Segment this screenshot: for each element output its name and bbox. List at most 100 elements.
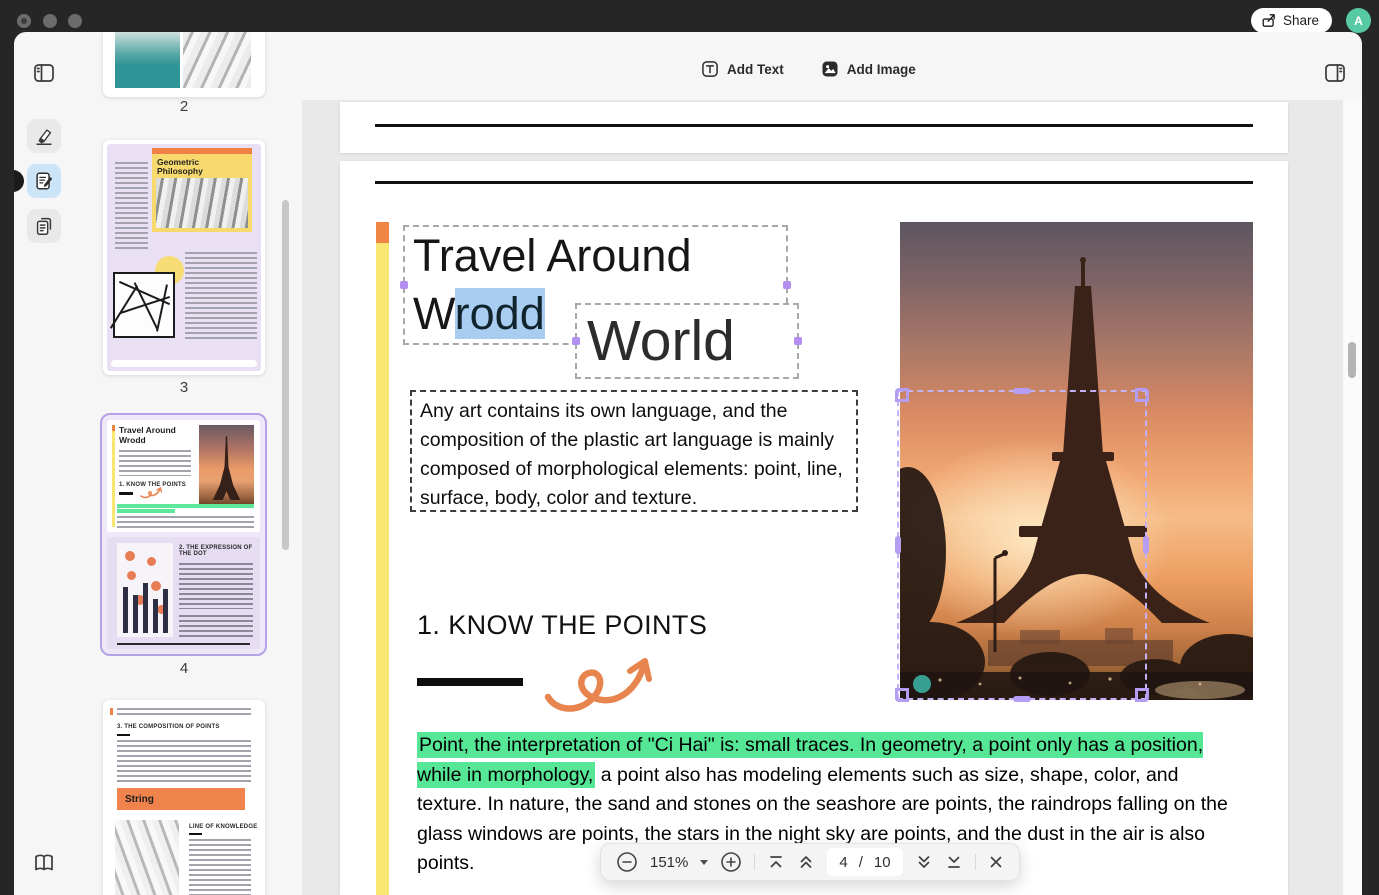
window-zoom-button[interactable] <box>68 14 82 28</box>
separator <box>975 854 976 870</box>
thumb5-grayscale-image <box>115 820 179 895</box>
add-text-button[interactable]: Add Text <box>700 59 784 79</box>
textbox-handle-left[interactable] <box>400 281 408 289</box>
add-image-icon <box>820 59 840 79</box>
accent-bar-orange <box>376 222 389 243</box>
intro-paragraph-box[interactable]: Any art contains its own language, and t… <box>410 390 858 512</box>
selection-handle-bottom-right[interactable] <box>1135 688 1149 702</box>
pages-icon <box>33 215 55 237</box>
text-skeleton <box>179 615 253 639</box>
thumb4-top-page: Travel Around Wrodd 1. KNOW THE POINTS <box>107 420 260 532</box>
thumb3-heading: Geometric Philosophy <box>157 158 247 176</box>
text-skeleton <box>115 162 148 252</box>
selection-handle-bottom-left[interactable] <box>895 688 909 702</box>
highlighter-tool-button[interactable] <box>27 119 61 153</box>
thumbnail-page-2[interactable] <box>103 32 265 97</box>
edge-notch <box>14 170 24 192</box>
total-pages: 10 <box>874 854 891 871</box>
thumb3-yellow-box: Geometric Philosophy <box>152 154 252 232</box>
screen: Share A <box>0 0 1379 895</box>
reading-mode-icon[interactable] <box>32 851 56 875</box>
thumb4-squiggle <box>139 486 165 499</box>
pages-tool-button[interactable] <box>27 209 61 243</box>
selection-handle-top-right[interactable] <box>1135 388 1149 402</box>
thumbnail-page-3-label: 3 <box>103 379 265 396</box>
selection-handle-bottom[interactable] <box>1013 696 1031 702</box>
doc-title-line1: Travel Around <box>405 227 786 285</box>
pdf-page: Travel Around Wrodd World Any art contai… <box>340 161 1288 895</box>
page-top-rule <box>375 181 1253 184</box>
thumb4-yellow-bar <box>112 431 115 527</box>
share-icon <box>1260 12 1277 29</box>
zoom-dropdown-caret[interactable] <box>700 860 708 865</box>
previous-page-rule <box>375 124 1253 127</box>
selection-handle-top[interactable] <box>1013 388 1031 394</box>
close-navigator-button[interactable] <box>988 854 1004 870</box>
image-selection-box[interactable] <box>897 390 1147 700</box>
note-edit-icon <box>33 170 55 192</box>
thumb4-dots-graphic <box>117 543 173 637</box>
orange-squiggle-arrow <box>540 635 680 719</box>
zoom-in-button[interactable] <box>720 851 742 873</box>
previous-page-bottom <box>340 102 1288 153</box>
selection-handle-top-left[interactable] <box>895 388 909 402</box>
accent-bar-yellow <box>376 243 389 895</box>
thumbnail-page-3[interactable]: Geometric Philosophy <box>103 140 265 375</box>
world-textbox[interactable]: World <box>575 303 799 379</box>
thumb4-section2-heading: 2. THE EXPRESSION OF THE DOT <box>179 545 253 557</box>
zoom-level-value[interactable]: 151% <box>650 854 688 871</box>
thumbnail-panel-scrollbar[interactable] <box>282 200 289 550</box>
right-sidebar-toggle-icon[interactable] <box>1323 61 1347 85</box>
page-navigator-toolbar: 151% <box>600 843 1020 881</box>
add-image-button[interactable]: Add Image <box>820 59 916 79</box>
thumb5-dash <box>117 734 130 736</box>
thumb3-footer-pill <box>111 360 257 367</box>
textbox-handle-right[interactable] <box>783 281 791 289</box>
next-page-button[interactable] <box>915 853 933 871</box>
text-skeleton <box>119 450 191 476</box>
page-number-input[interactable]: 4 / 10 <box>827 848 902 876</box>
thumb5-subheading: LINE OF KNOWLEDGE <box>189 824 257 830</box>
thumb2-grayscale-image <box>183 32 251 88</box>
selected-text: rodd <box>455 288 545 339</box>
last-page-button[interactable] <box>945 853 963 871</box>
thumb4-eiffel-image <box>199 425 254 505</box>
thumb4-bottom-page: 2. THE EXPRESSION OF THE DOT <box>107 537 260 649</box>
thumb3-page: Geometric Philosophy <box>107 144 261 371</box>
user-avatar[interactable]: A <box>1346 8 1371 33</box>
thumb4-highlight-lines <box>117 504 254 514</box>
app-window: 2 Geometric Philosophy <box>14 32 1362 895</box>
thumb5-heading: 3. THE COMPOSITION OF POINTS <box>117 724 220 730</box>
thumb3-line-art <box>113 272 175 338</box>
left-sidebar-toggle-icon[interactable] <box>32 61 56 85</box>
separator <box>754 854 755 870</box>
text-skeleton <box>117 708 251 717</box>
heading-underline <box>417 678 523 686</box>
thumb5-string-box: String <box>117 788 245 810</box>
thumb5-orange-tick <box>110 708 113 715</box>
annotate-tool-button[interactable] <box>27 164 61 198</box>
zoom-out-button[interactable] <box>616 851 638 873</box>
thumb3-wave-image <box>156 178 248 228</box>
canvas-scrollbar-thumb[interactable] <box>1348 342 1356 378</box>
first-page-button[interactable] <box>767 853 785 871</box>
thumbnail-page-4-label: 4 <box>103 660 265 677</box>
previous-page-button[interactable] <box>797 853 815 871</box>
page-separator: / <box>859 854 863 871</box>
thumbnail-page-2-label: 2 <box>103 98 265 115</box>
text-skeleton <box>179 563 253 609</box>
text-skeleton <box>117 516 254 528</box>
thumb4-heading: Travel Around Wrodd <box>119 426 181 445</box>
share-label: Share <box>1283 13 1319 28</box>
share-button[interactable]: Share <box>1251 8 1332 33</box>
thumb4-bottom-rule <box>117 643 250 645</box>
selection-handle-left[interactable] <box>895 536 901 554</box>
intro-paragraph: Any art contains its own language, and t… <box>420 400 843 509</box>
textbox-handle-left[interactable] <box>572 337 580 345</box>
thumbnail-page-4-selected[interactable]: Travel Around Wrodd 1. KNOW THE POINTS <box>100 413 267 656</box>
thumbnail-page-5[interactable]: 3. THE COMPOSITION OF POINTS String LINE… <box>103 700 265 895</box>
window-minimize-button[interactable] <box>43 14 57 28</box>
selection-handle-right[interactable] <box>1143 536 1149 554</box>
window-close-button[interactable] <box>17 14 31 28</box>
textbox-handle-right[interactable] <box>794 337 802 345</box>
